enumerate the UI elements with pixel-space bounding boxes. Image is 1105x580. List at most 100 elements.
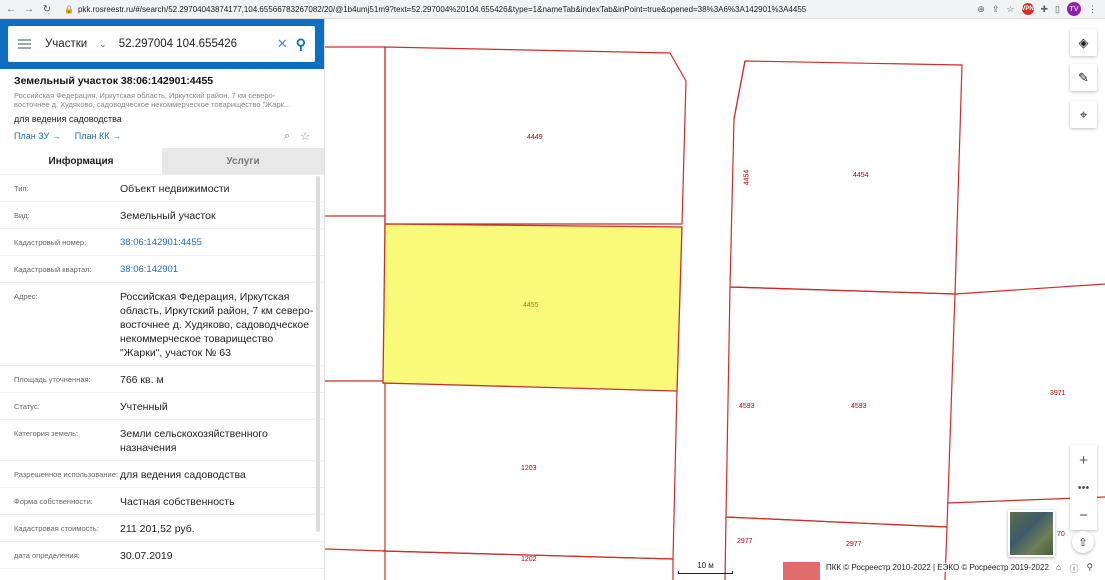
parcel-label[interactable]: 4449	[526, 134, 544, 141]
layers-icon: ◈	[1078, 34, 1089, 50]
extension-icon[interactable]: VPN	[1021, 3, 1034, 15]
more-dots-icon[interactable]: •••	[1078, 482, 1090, 494]
search-input[interactable]: 52.297004 104.655426	[119, 38, 277, 50]
avatar[interactable]: TV	[1067, 2, 1081, 16]
zoom-control: + ••• −	[1070, 445, 1097, 530]
info-row-value: Земельный участок	[120, 210, 216, 222]
info-icon[interactable]: ⓘ	[1069, 562, 1078, 575]
sidebar-icon[interactable]: ▯	[1055, 4, 1060, 15]
clear-icon[interactable]: ✕	[277, 36, 288, 52]
parcel-4593	[725, 286, 956, 528]
info-row: Статус: Учтенный	[0, 392, 324, 419]
search-bar: Участки ⌄ 52.297004 104.655426 ✕ ⚲	[0, 19, 324, 69]
reload-icon[interactable]: ↻	[40, 2, 54, 16]
object-title: Земельный участок 38:06:142901:4455	[14, 75, 214, 87]
info-row-key: Тип:	[14, 184, 29, 193]
info-row-value: Российская Федерация, Иркутская область,…	[120, 291, 314, 359]
map-canvas[interactable]: 4449 4455 4454 4454 4593 4593 3971 1203 …	[325, 19, 1105, 580]
measure-button[interactable]: ✎	[1070, 64, 1097, 91]
info-row: Вид: Земельный участок	[0, 201, 324, 228]
info-row: Кадастровая стоимость: 211 201,52 руб.	[0, 514, 324, 541]
pin-icon[interactable]: ⚲	[1086, 562, 1093, 575]
info-row: Кадастровый номер: 38:06:142901:4455	[0, 228, 324, 255]
zoom-out-button[interactable]: −	[1079, 507, 1088, 524]
info-row-value[interactable]: 38:06:142901	[120, 263, 315, 277]
footer-icons: ⌂ ⓘ ⚲	[1056, 562, 1093, 575]
parcel-border	[325, 46, 386, 580]
category-select[interactable]: Участки	[45, 38, 87, 50]
info-row-value: -	[120, 576, 315, 580]
parcel-label[interactable]: 70	[1056, 531, 1066, 538]
compass-icon[interactable]: ⇧	[1072, 531, 1094, 553]
parcel-fragment	[783, 562, 820, 580]
info-row-value: Учтенный	[120, 401, 168, 413]
info-row-key: дата утверждения:	[0, 576, 120, 580]
search-doc-icon[interactable]: ⌕	[284, 130, 290, 143]
browser-actions: ⊕ ⇪ ☆ VPN ✚ ▯ TV ⋮	[977, 2, 1097, 16]
address-bar[interactable]: 🔒 pkk.rosreestr.ru/#/search/52.297040438…	[64, 2, 964, 17]
locate-button[interactable]: ⌖	[1070, 101, 1097, 128]
copyright-text: ПКК © Росреестр 2010-2022 | ЕЭКО © Росре…	[826, 563, 1049, 572]
parcel-label[interactable]: 2977	[736, 538, 754, 545]
info-row: Категория земель: Земли сельскохозяйствен…	[0, 419, 324, 460]
info-row-value: 30.07.2019	[120, 550, 173, 562]
info-panel: Участки ⌄ 52.297004 104.655426 ✕ ⚲ Земел…	[0, 19, 325, 580]
parcel-label[interactable]: 3971	[1049, 390, 1067, 397]
info-row: дата утверждения:-	[0, 568, 324, 580]
info-table: Тип: Объект недвижимости Вид: Земельный уча…	[0, 174, 324, 580]
info-row: Разрешенное использование: для ведения са…	[0, 460, 324, 487]
parcel-label[interactable]: 4454	[743, 168, 751, 187]
parcel-layer	[325, 46, 1105, 580]
info-row-key: Площадь уточненная:	[14, 375, 91, 384]
parcel-label[interactable]: 4454	[852, 172, 870, 179]
info-row: Форма собственности: Частная собственност…	[0, 487, 324, 514]
info-row-value: Земли сельскохозяйственного назначения	[120, 428, 268, 454]
info-row-key: Кадастровый квартал:	[14, 265, 92, 274]
info-row-value: Частная собственность	[120, 496, 235, 508]
star-icon[interactable]: ☆	[1006, 4, 1014, 15]
scale-label: 10 м	[697, 561, 714, 570]
menu-icon[interactable]	[18, 37, 31, 51]
layers-button[interactable]: ◈	[1070, 29, 1097, 56]
plan-actions: ⌕ ☆	[284, 130, 310, 143]
tab-info[interactable]: Информация	[0, 148, 162, 174]
info-row: дата определения: 30.07.2019	[0, 541, 324, 568]
url-text: pkk.rosreestr.ru/#/search/52.29704043874…	[77, 4, 807, 14]
home-icon[interactable]: ⌂	[1056, 562, 1061, 575]
tab-services[interactable]: Услуги	[162, 148, 324, 174]
zoom-icon[interactable]: ⊕	[977, 4, 985, 15]
tabs: Информация Услуги	[0, 148, 324, 174]
info-row-key: Адрес:	[14, 292, 38, 301]
parcel-label[interactable]: 1202	[520, 556, 538, 563]
object-usage: для ведения садоводства	[14, 114, 122, 124]
info-row: Кадастровый квартал: 38:06:142901	[0, 255, 324, 282]
crosshair-icon: ⌖	[1079, 106, 1088, 122]
search-box: Участки ⌄ 52.297004 104.655426 ✕ ⚲	[8, 26, 315, 62]
back-icon[interactable]: ←	[4, 2, 18, 16]
zoom-in-button[interactable]: +	[1079, 452, 1088, 469]
info-row-value[interactable]: 38:06:142901:4455	[120, 236, 315, 250]
puzzle-icon[interactable]: ✚	[1041, 4, 1049, 15]
satellite-minimap[interactable]	[1008, 510, 1055, 557]
favorite-star-icon[interactable]: ☆	[300, 130, 310, 143]
panel-scrollbar[interactable]	[316, 176, 320, 532]
parcel-label[interactable]: 2977	[845, 541, 863, 548]
chevron-down-icon[interactable]: ⌄	[99, 39, 107, 50]
info-row-value: 766 кв. м	[120, 374, 164, 386]
parcel-label-selected[interactable]: 4455	[522, 302, 540, 309]
object-address: Российская Федерация, Иркутская область,…	[14, 91, 291, 109]
forward-icon[interactable]: →	[22, 2, 36, 16]
share-icon[interactable]: ⇪	[992, 4, 1000, 15]
info-row-value: 211 201,52 руб.	[120, 523, 195, 535]
info-row: Адрес: Российская Федерация, Иркутская об…	[0, 282, 324, 365]
menu-dots-icon[interactable]: ⋮	[1088, 4, 1097, 15]
parcel-label[interactable]: 4593	[850, 403, 868, 410]
parcel-label[interactable]: 4593	[738, 403, 756, 410]
info-row-value: для ведения садоводства	[120, 469, 246, 481]
plan-kk-link[interactable]: План КК →	[75, 131, 121, 141]
info-row-key: Разрешенное использование:	[14, 470, 118, 479]
plan-zu-link[interactable]: План ЗУ →	[14, 131, 61, 141]
search-icon[interactable]: ⚲	[296, 36, 306, 53]
info-row-key: Кадастровая стоимость:	[14, 524, 99, 533]
parcel-label[interactable]: 1203	[520, 465, 538, 472]
